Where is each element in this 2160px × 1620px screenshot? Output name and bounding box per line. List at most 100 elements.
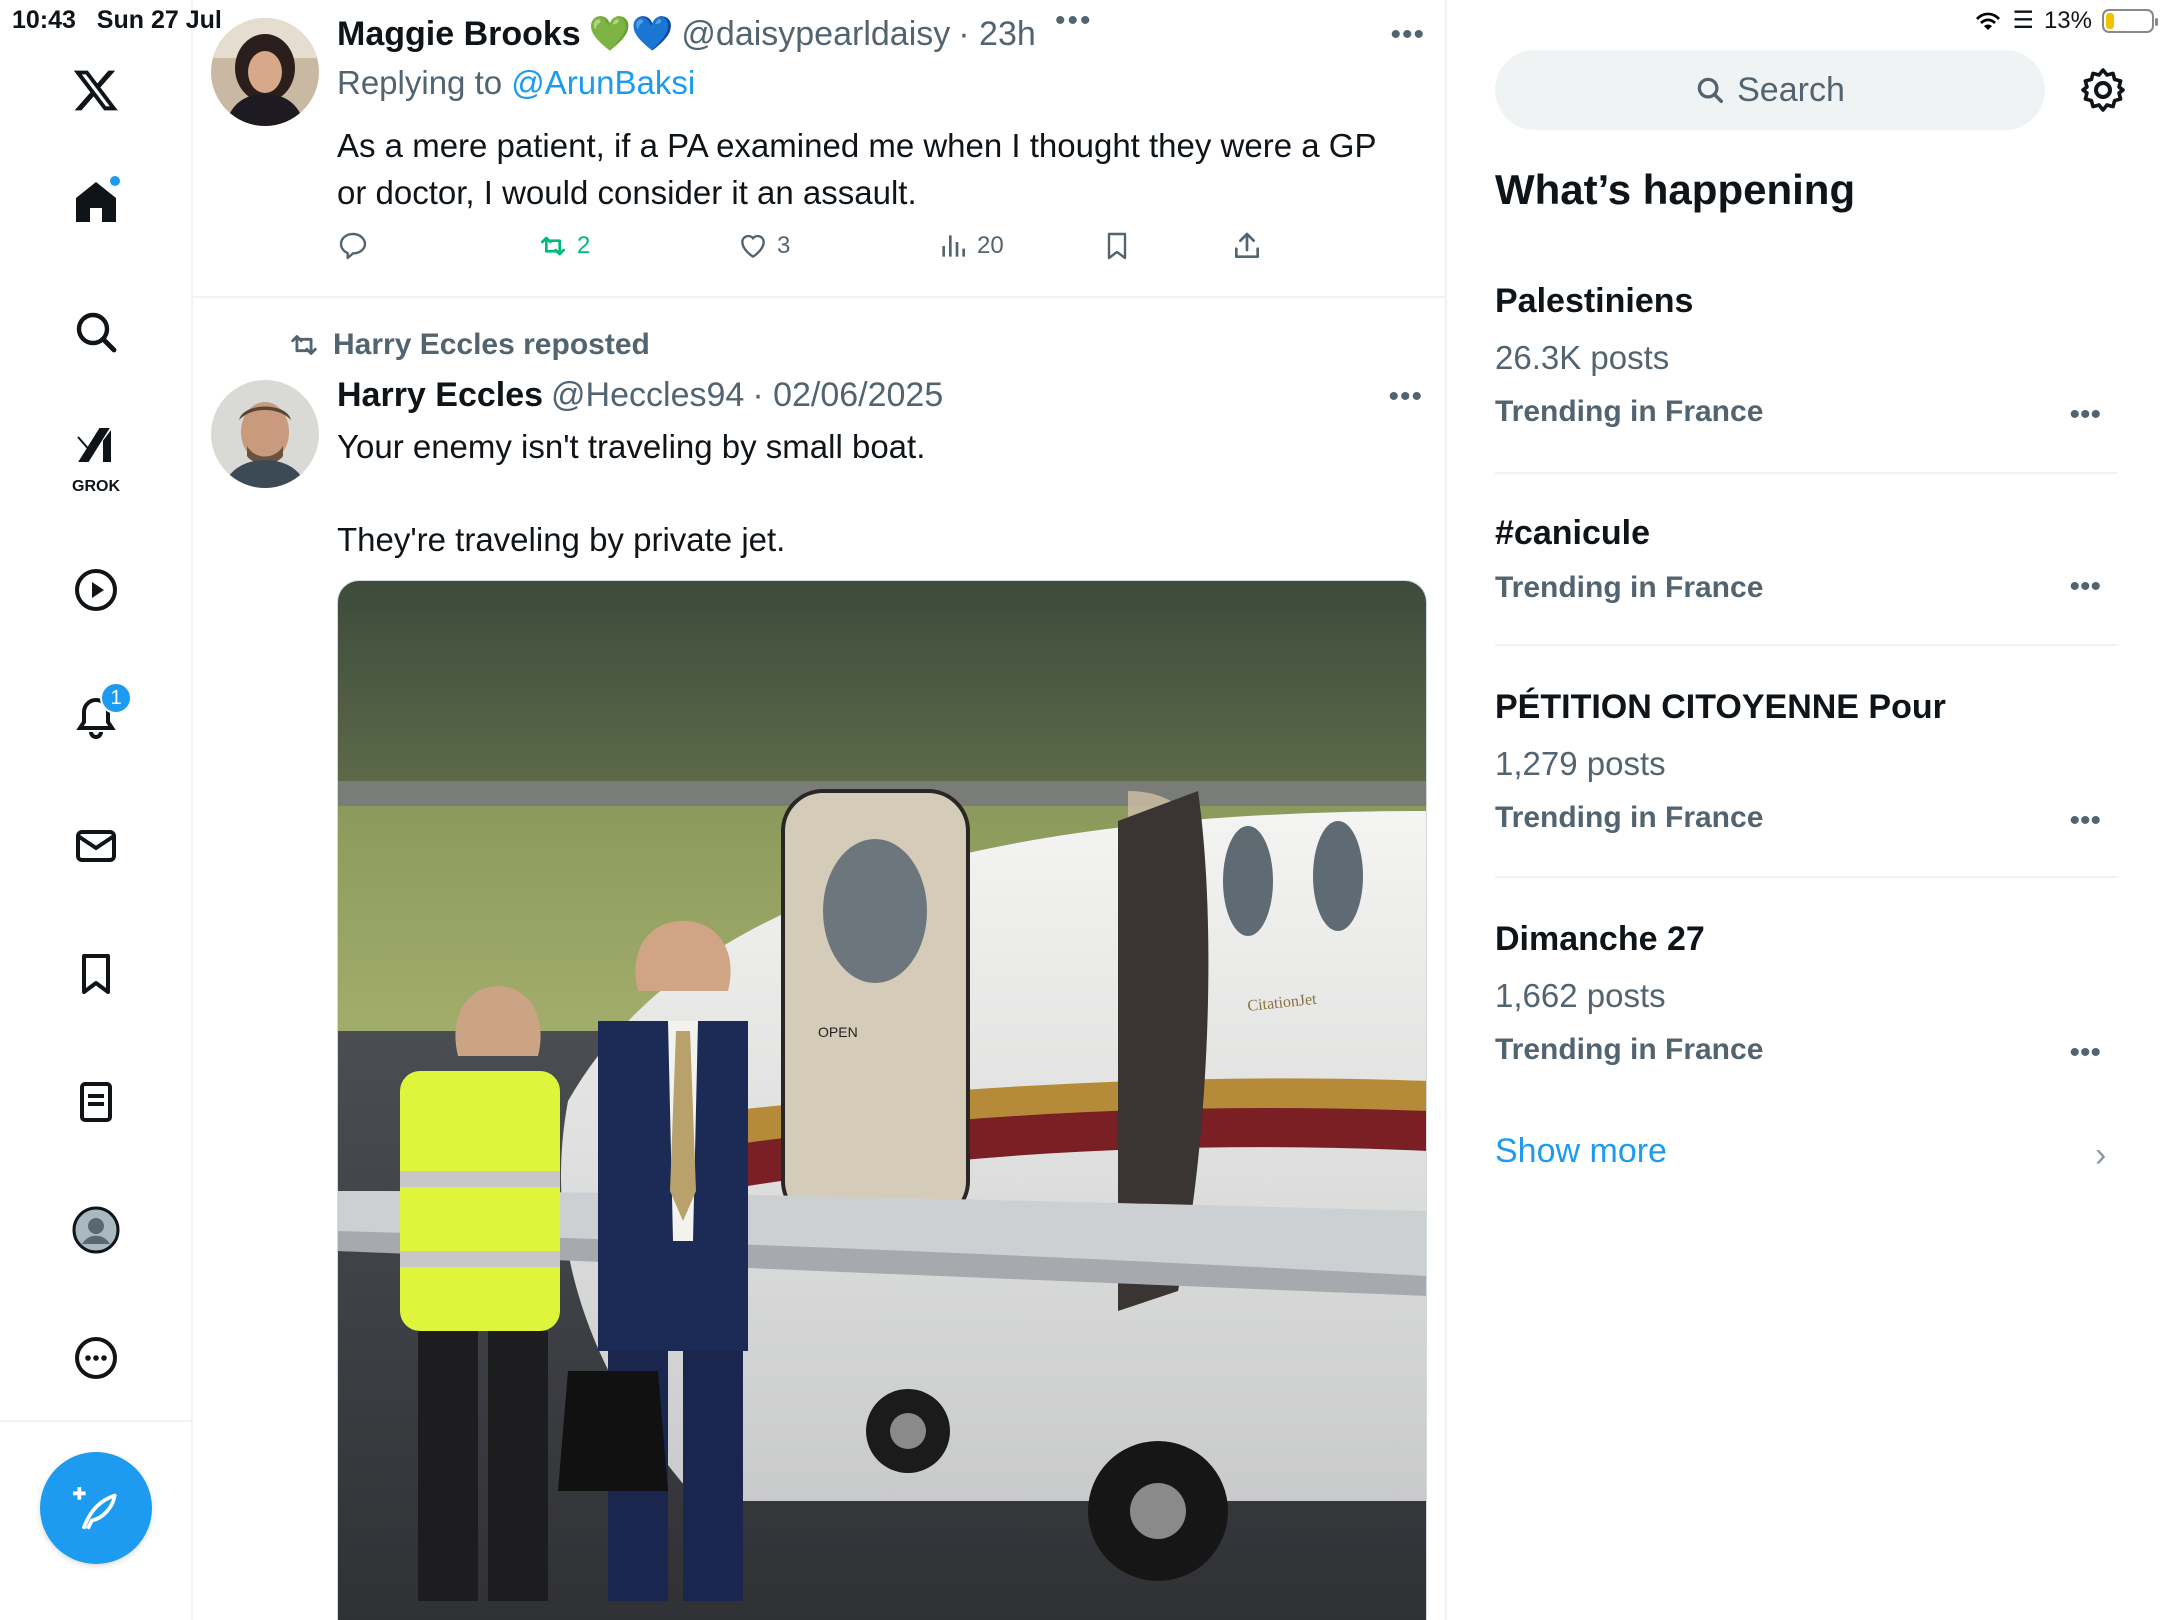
compose-button[interactable] [40,1452,152,1564]
retweet-button[interactable]: 2 [537,230,590,262]
nav-home[interactable] [56,162,136,242]
home-unread-dot [108,174,122,188]
tweet-header: Harry Eccles @Heccles94 · 02/06/2025 [337,376,943,415]
grok-label: GROK [72,478,120,495]
tweet-text-line2: They're traveling by private jet. [337,521,786,558]
tweet-media-image[interactable]: OPEN CitationJet [337,580,1427,1620]
list-icon [80,1082,112,1122]
nav-lists[interactable] [56,1062,136,1142]
trend-name: PÉTITION CITOYENNE Pour [1495,688,1946,726]
nav-messages[interactable] [56,806,136,886]
trend-divider [1495,472,2117,474]
compose-feather-icon [73,1487,117,1530]
trend-name: #canicule [1495,514,1650,552]
status-time: 10:43 Sun 27 Jul [12,6,222,34]
trend-item[interactable]: #canicule Trending in France ••• [1495,514,2117,605]
replying-to: Replying to @ArunBaksi [337,64,696,101]
author-handle[interactable]: @Heccles94 [551,376,744,415]
whats-happening-title: What’s happening [1495,166,1856,213]
profile-avatar-icon [72,1206,120,1254]
tweet-actions: 2 3 20 [337,230,1337,270]
battery-icon [2102,8,2158,33]
tweet-more-button[interactable]: ••• [1388,380,1423,414]
battery-percent: 13% [2043,6,2092,34]
search-input[interactable]: Search [1495,50,2045,130]
trend-count: 26.3K posts [1495,339,1670,376]
status-date: Sun 27 Jul [96,6,222,34]
door-label: OPEN [818,1024,858,1040]
status-icons: ☰ 13% [1974,6,2158,35]
trend-count: 1,662 posts [1495,977,1666,1014]
tweet-text-line1: Your enemy isn't traveling by small boat… [337,428,926,465]
right-sidebar: Search What’s happening Palestiniens 26.… [1449,0,2160,1620]
retweet-icon [541,236,565,256]
nav-explore[interactable] [56,292,136,372]
x-logo[interactable] [56,50,136,130]
search-icon [76,312,117,353]
bookmark-button[interactable] [1101,230,1133,262]
trend-item[interactable]: Palestiniens 26.3K posts Trending in Fra… [1495,282,2117,432]
play-icon [75,569,117,611]
like-button[interactable]: 3 [737,230,790,262]
private-jet-photo: OPEN CitationJet [338,581,1426,1620]
trend-context: Trending in France [1495,571,1764,604]
search-placeholder: Search [1737,70,1845,109]
grok-icon [77,428,111,462]
nav-profile[interactable] [56,1190,136,1270]
like-count: 3 [777,232,791,259]
nav-divider [0,1420,193,1422]
status-bar: 10:43 Sun 27 Jul ☰ 13% [0,0,2160,40]
trend-divider [1495,644,2117,646]
trend-name: Dimanche 27 [1495,920,1705,958]
x-logo-icon [73,70,118,111]
trend-more-button[interactable]: ••• [2069,398,2101,432]
show-more-link[interactable]: Show more [1495,1132,1667,1171]
retweet-count: 2 [577,232,591,259]
left-nav: GROK 1 [0,0,193,1620]
tweet-date[interactable]: · 02/06/2025 [752,376,943,415]
reposted-by: Harry Eccles reposted [333,328,650,361]
reply-icon [339,232,367,260]
wifi-icon [1976,12,2001,30]
nav-video[interactable] [56,550,136,630]
author-name[interactable]: Harry Eccles [337,376,543,415]
trend-more-button[interactable]: ••• [2069,570,2101,604]
trend-more-button[interactable]: ••• [2069,804,2101,838]
search-icon [1697,77,1724,103]
repost-indicator[interactable]: Harry Eccles reposted [287,328,650,362]
replying-to-link[interactable]: @ArunBaksi [511,64,695,101]
nav-grok[interactable]: GROK [56,412,136,495]
views-button[interactable]: 20 [937,230,1004,262]
share-icon [1235,232,1259,258]
trend-more-button[interactable]: ••• [2069,1036,2101,1070]
trend-item[interactable]: PÉTITION CITOYENNE Pour 1,279 posts Tren… [1495,688,2117,838]
heart-icon [741,234,765,259]
timeline: ••• Maggie Brooks 💚💙 @daisypearldaisy · … [193,0,1447,1620]
notifications-badge: 1 [100,682,132,714]
settings-button[interactable] [2079,66,2127,114]
trend-context: Trending in France [1495,1033,1764,1066]
tweet-reply[interactable]: Maggie Brooks 💚💙 @daisypearldaisy · 23h … [193,0,1445,298]
analytics-icon [942,235,965,257]
trend-count: 1,279 posts [1495,745,1666,782]
bookmark-icon [1107,232,1127,260]
nav-bookmarks[interactable] [56,934,136,1014]
chevron-right-icon[interactable]: › [2095,1136,2106,1175]
mail-icon [76,830,116,862]
reply-button[interactable] [337,230,369,262]
trend-context: Trending in France [1495,801,1764,834]
more-circle-icon [75,1337,117,1379]
view-count: 20 [977,232,1004,259]
share-button[interactable] [1231,230,1263,262]
trend-item[interactable]: Dimanche 27 1,662 posts Trending in Fran… [1495,920,2117,1070]
retweet-icon [291,335,317,355]
bookmark-icon [82,954,110,994]
trend-divider [1495,876,2117,878]
nav-notifications[interactable]: 1 [56,678,136,758]
focus-list-icon: ☰ [2012,7,2034,34]
tweet-text: As a mere patient, if a PA examined me w… [337,127,1377,211]
gear-icon [2081,68,2125,112]
tweet-text: Your enemy isn't traveling by small boat… [337,423,1407,563]
nav-more[interactable] [56,1318,136,1398]
avatar-harry-eccles[interactable] [211,380,319,488]
